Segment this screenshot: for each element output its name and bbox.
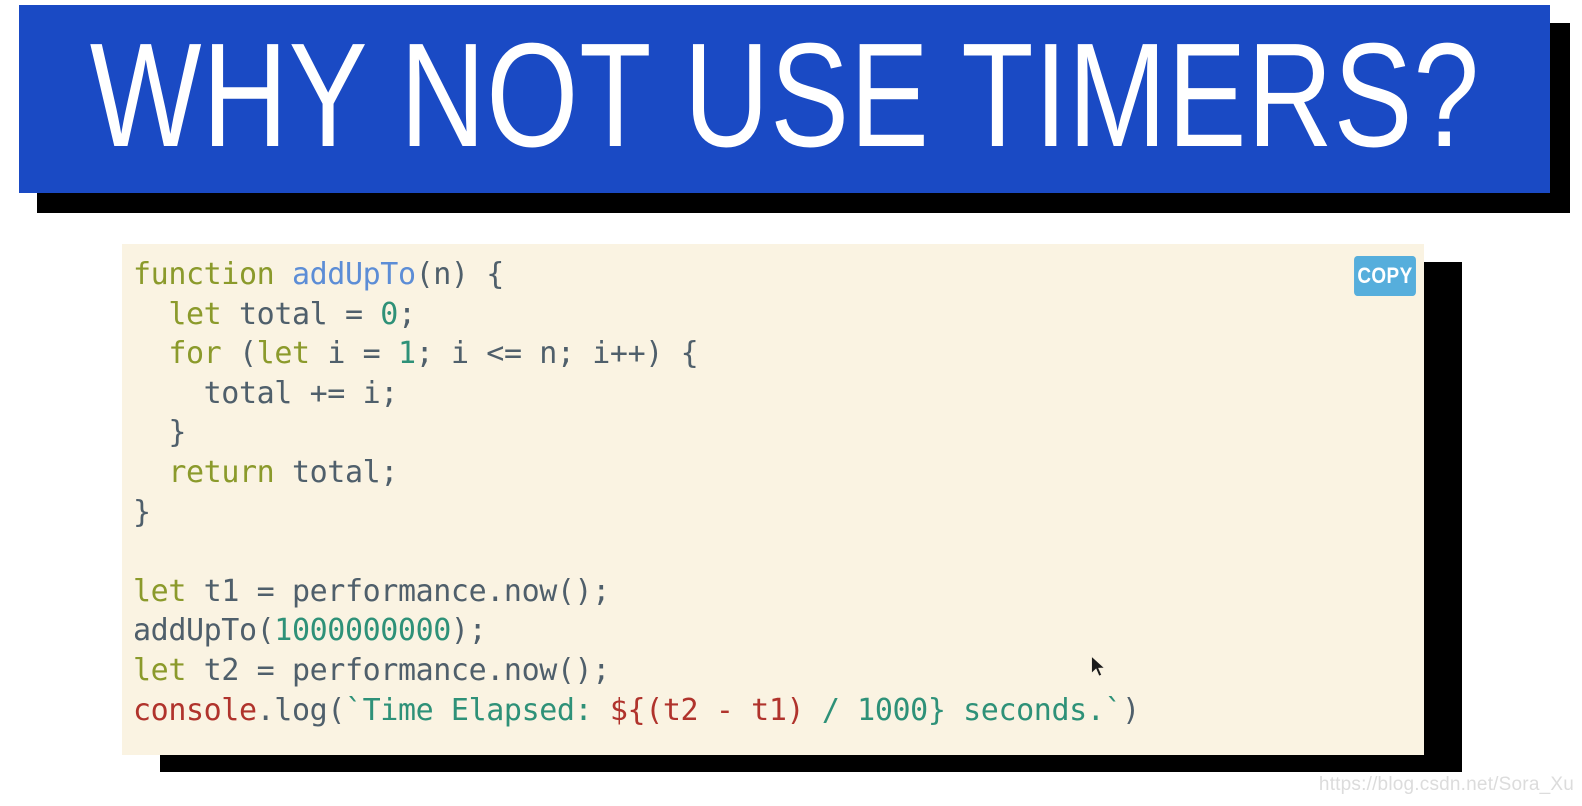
code-token: / [804, 692, 858, 728]
page-title: WHY NOT USE TIMERS? [89, 12, 1480, 178]
code-line: let t2 = performance.now(); [133, 651, 1424, 691]
code-token: total = [221, 296, 381, 332]
code-token: let [133, 573, 186, 609]
code-line: let total = 0; [133, 295, 1424, 335]
code-line: let t1 = performance.now(); [133, 572, 1424, 612]
code-line: return total; [133, 453, 1424, 493]
code-token: function [133, 257, 275, 292]
code-token: total += i; [133, 375, 399, 411]
code-token: ; i <= n; i++) { [415, 336, 699, 372]
code-token: addUpTo [291, 257, 416, 292]
code-token: ) [1122, 692, 1140, 728]
code-token: for [168, 336, 222, 372]
code-token: `Time Elapsed: [344, 692, 610, 728]
code-token: return [168, 454, 275, 490]
code-token: 1000} [857, 692, 946, 728]
code-line: console.log(`Time Elapsed: ${(t2 - t1) /… [133, 691, 1424, 731]
code-token: total; [274, 454, 398, 490]
code-token: ; [397, 296, 416, 332]
code-token: let [133, 652, 186, 688]
code-token: ); [450, 613, 487, 649]
code-token: let [168, 296, 222, 332]
code-line: } [133, 493, 1424, 533]
watermark: https://blog.csdn.net/Sora_Xu [1318, 774, 1574, 795]
code-token: t2 = performance.now(); [186, 652, 611, 688]
code-token: addUpTo( [133, 613, 275, 649]
code-token: seconds.` [945, 692, 1123, 728]
code-line: addUpTo(1000000000); [133, 611, 1424, 651]
code-line: total += i; [133, 374, 1424, 414]
code-token: i = [309, 336, 398, 372]
code-block[interactable]: function addUpTo(n) { let total = 0; for… [133, 255, 1424, 755]
code-line: function addUpTo(n) { [133, 255, 1424, 295]
code-token: t1 = performance.now(); [186, 573, 611, 609]
code-token: ${(t2 - t1) [609, 692, 805, 728]
copy-button[interactable]: COPY [1354, 256, 1416, 296]
code-token: console [133, 692, 257, 728]
code-token: } [133, 415, 186, 451]
title-banner: WHY NOT USE TIMERS? [19, 5, 1550, 193]
code-token: 0 [380, 296, 398, 332]
code-line: for (let i = 1; i <= n; i++) { [133, 334, 1424, 374]
code-token: (n) { [415, 257, 505, 292]
code-token: let [256, 336, 310, 372]
code-token: 1000000000 [274, 613, 451, 649]
code-card: function addUpTo(n) { let total = 0; for… [122, 244, 1424, 755]
code-line: } [133, 413, 1424, 453]
code-token: .log( [256, 692, 346, 728]
code-token: 1 [397, 336, 416, 372]
slide-canvas: WHY NOT USE TIMERS? function addUpTo(n) … [0, 0, 1582, 806]
code-token: ( [221, 336, 257, 372]
code-token: } [133, 494, 151, 530]
